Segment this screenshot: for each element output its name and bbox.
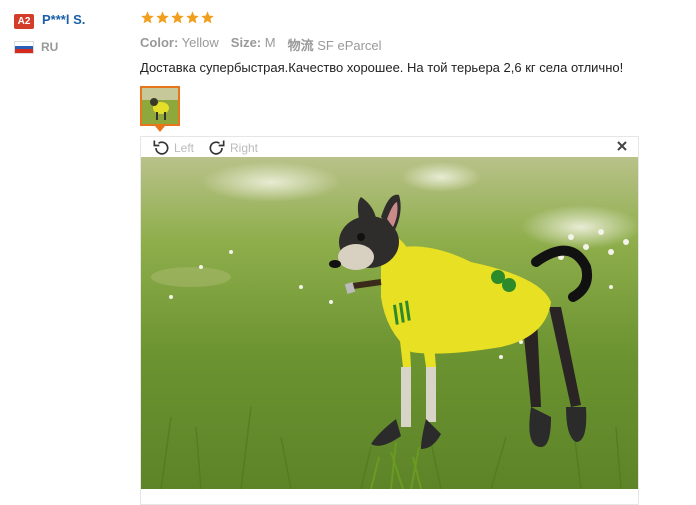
thumbnail-image [142,88,178,124]
shipping-attribute: 物流 SF eParcel [288,35,382,54]
shipping-label: 物流 [287,38,314,53]
russia-flag-icon [14,41,34,54]
size-label: Size: [230,35,262,50]
photo-viewer: Left Right [140,136,639,505]
size-value: M [264,35,276,50]
shipping-value: SF eParcel [317,38,382,53]
rotate-left-label: Left [174,140,195,155]
rating-stars [140,10,215,25]
star-icon [201,11,214,24]
rotate-left-icon [153,140,169,155]
review-photo [141,157,638,489]
color-label: Color: [140,35,179,50]
reviewer-name[interactable]: P***l S. [42,12,85,27]
star-icon [156,11,169,24]
close-icon[interactable] [616,140,628,152]
size-attribute: Size: M [231,35,276,54]
order-attributes: Color: Yellow Size: M 物流 SF eParcel [140,35,382,54]
star-icon [186,11,199,24]
color-attribute: Color: Yellow [140,35,219,54]
rotate-right-icon [209,140,225,155]
review-photo-thumbnail[interactable] [140,86,180,126]
rotate-right-label: Right [230,140,259,155]
star-icon [171,11,184,24]
color-value: Yellow [181,35,219,50]
review-text: Доставка супербыстрая.Качество хорошее. … [140,60,624,75]
rotate-left-button[interactable]: Left [151,137,194,158]
star-icon [141,11,154,24]
rotate-right-button[interactable]: Right [207,137,258,158]
thumbnail-pointer [155,126,165,132]
viewer-toolbar: Left Right [141,137,638,158]
reviewer-level-badge: A2 [14,14,34,29]
reviewer-country: RU [41,40,59,54]
dog-in-hoodie-image [141,157,638,489]
